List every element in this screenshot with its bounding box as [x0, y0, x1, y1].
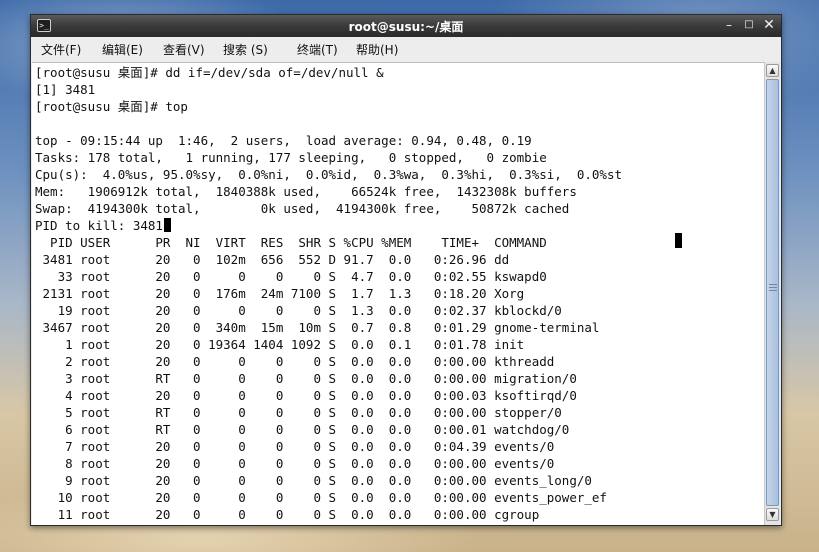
table-row: 8 root 20 0 0 0 0 S 0.0 0.0 0:00.00 even… — [35, 456, 555, 471]
minimize-button[interactable]: – — [721, 17, 737, 33]
menu-help[interactable]: 帮助(H) — [356, 41, 398, 59]
job-line: [1] 3481 — [35, 82, 96, 97]
command-line-dd: [root@susu 桌面]# dd if=/dev/sda of=/dev/n… — [35, 65, 384, 80]
mem-line: Mem: 1906912k total, 1840388k used, 6652… — [35, 184, 577, 199]
table-row: 33 root 20 0 0 0 0 S 4.7 0.0 0:02.55 ksw… — [35, 269, 547, 284]
table-row: 2 root 20 0 0 0 0 S 0.0 0.0 0:00.00 kthr… — [35, 354, 555, 369]
table-row: 4 root 20 0 0 0 0 S 0.0 0.0 0:00.03 ksof… — [35, 388, 577, 403]
top-summary-line: top - 09:15:44 up 1:46, 2 users, load av… — [35, 133, 532, 148]
menu-view[interactable]: 查看(V) — [163, 41, 205, 59]
tasks-line: Tasks: 178 total, 1 running, 177 sleepin… — [35, 150, 547, 165]
vertical-scrollbar[interactable]: ▲ ▼ — [764, 62, 780, 525]
table-row: 11 root 20 0 0 0 0 S 0.0 0.0 0:00.00 cgr… — [35, 507, 540, 522]
table-row: 9 root 20 0 0 0 0 S 0.0 0.0 0:00.00 even… — [35, 473, 592, 488]
table-row: 10 root 20 0 0 0 0 S 0.0 0.0 0:00.00 eve… — [35, 490, 607, 505]
table-row: 19 root 20 0 0 0 0 S 1.3 0.0 0:02.37 kbl… — [35, 303, 562, 318]
maximize-button[interactable]: □ — [741, 17, 757, 33]
table-row: 5 root RT 0 0 0 0 S 0.0 0.0 0:00.00 stop… — [35, 405, 562, 420]
header-cursor — [675, 233, 682, 248]
menu-terminal[interactable]: 终端(T) — [297, 41, 338, 59]
kill-prompt-line: PID to kill: 3481 — [35, 217, 171, 234]
title-bar[interactable]: >_ root@susu:~/桌面 – □ ✕ — [31, 15, 781, 37]
menu-bar: 文件(F) 编辑(E) 查看(V) 搜索 (S) 终端(T) 帮助(H) — [31, 37, 781, 61]
menu-search[interactable]: 搜索 (S) — [223, 41, 268, 59]
process-table-header: PID USER PR NI VIRT RES SHR S %CPU %MEM … — [35, 235, 547, 250]
kill-prompt-text: PID to kill: 3481 — [35, 218, 163, 233]
table-row: 3 root RT 0 0 0 0 S 0.0 0.0 0:00.00 migr… — [35, 371, 577, 386]
menu-file[interactable]: 文件(F) — [41, 41, 81, 59]
terminal-window: >_ root@susu:~/桌面 – □ ✕ 文件(F) 编辑(E) 查看(V… — [30, 14, 782, 526]
table-row: 6 root RT 0 0 0 0 S 0.0 0.0 0:00.01 watc… — [35, 422, 570, 437]
text-cursor — [163, 218, 171, 232]
window-title: root@susu:~/桌面 — [348, 20, 464, 34]
table-row: 2131 root 20 0 176m 24m 7100 S 1.7 1.3 0… — [35, 286, 525, 301]
table-row: 7 root 20 0 0 0 0 S 0.0 0.0 0:04.39 even… — [35, 439, 555, 454]
table-row: 1 root 20 0 19364 1404 1092 S 0.0 0.1 0:… — [35, 337, 525, 352]
grip-icon — [769, 284, 777, 291]
swap-line: Swap: 4194300k total, 0k used, 4194300k … — [35, 201, 570, 216]
table-row: 3481 root 20 0 102m 656 552 D 91.7 0.0 0… — [35, 252, 510, 267]
command-line-top: [root@susu 桌面]# top — [35, 99, 188, 114]
close-button[interactable]: ✕ — [761, 17, 777, 33]
cpu-line: Cpu(s): 4.0%us, 95.0%sy, 0.0%ni, 0.0%id,… — [35, 167, 622, 182]
scroll-down-icon[interactable]: ▼ — [766, 508, 779, 521]
terminal-output[interactable]: [root@susu 桌面]# dd if=/dev/sda of=/dev/n… — [32, 62, 764, 525]
scroll-thumb[interactable] — [766, 79, 779, 506]
menu-edit[interactable]: 编辑(E) — [102, 41, 143, 59]
scroll-up-icon[interactable]: ▲ — [766, 64, 779, 77]
table-row: 3467 root 20 0 340m 15m 10m S 0.7 0.8 0:… — [35, 320, 600, 335]
